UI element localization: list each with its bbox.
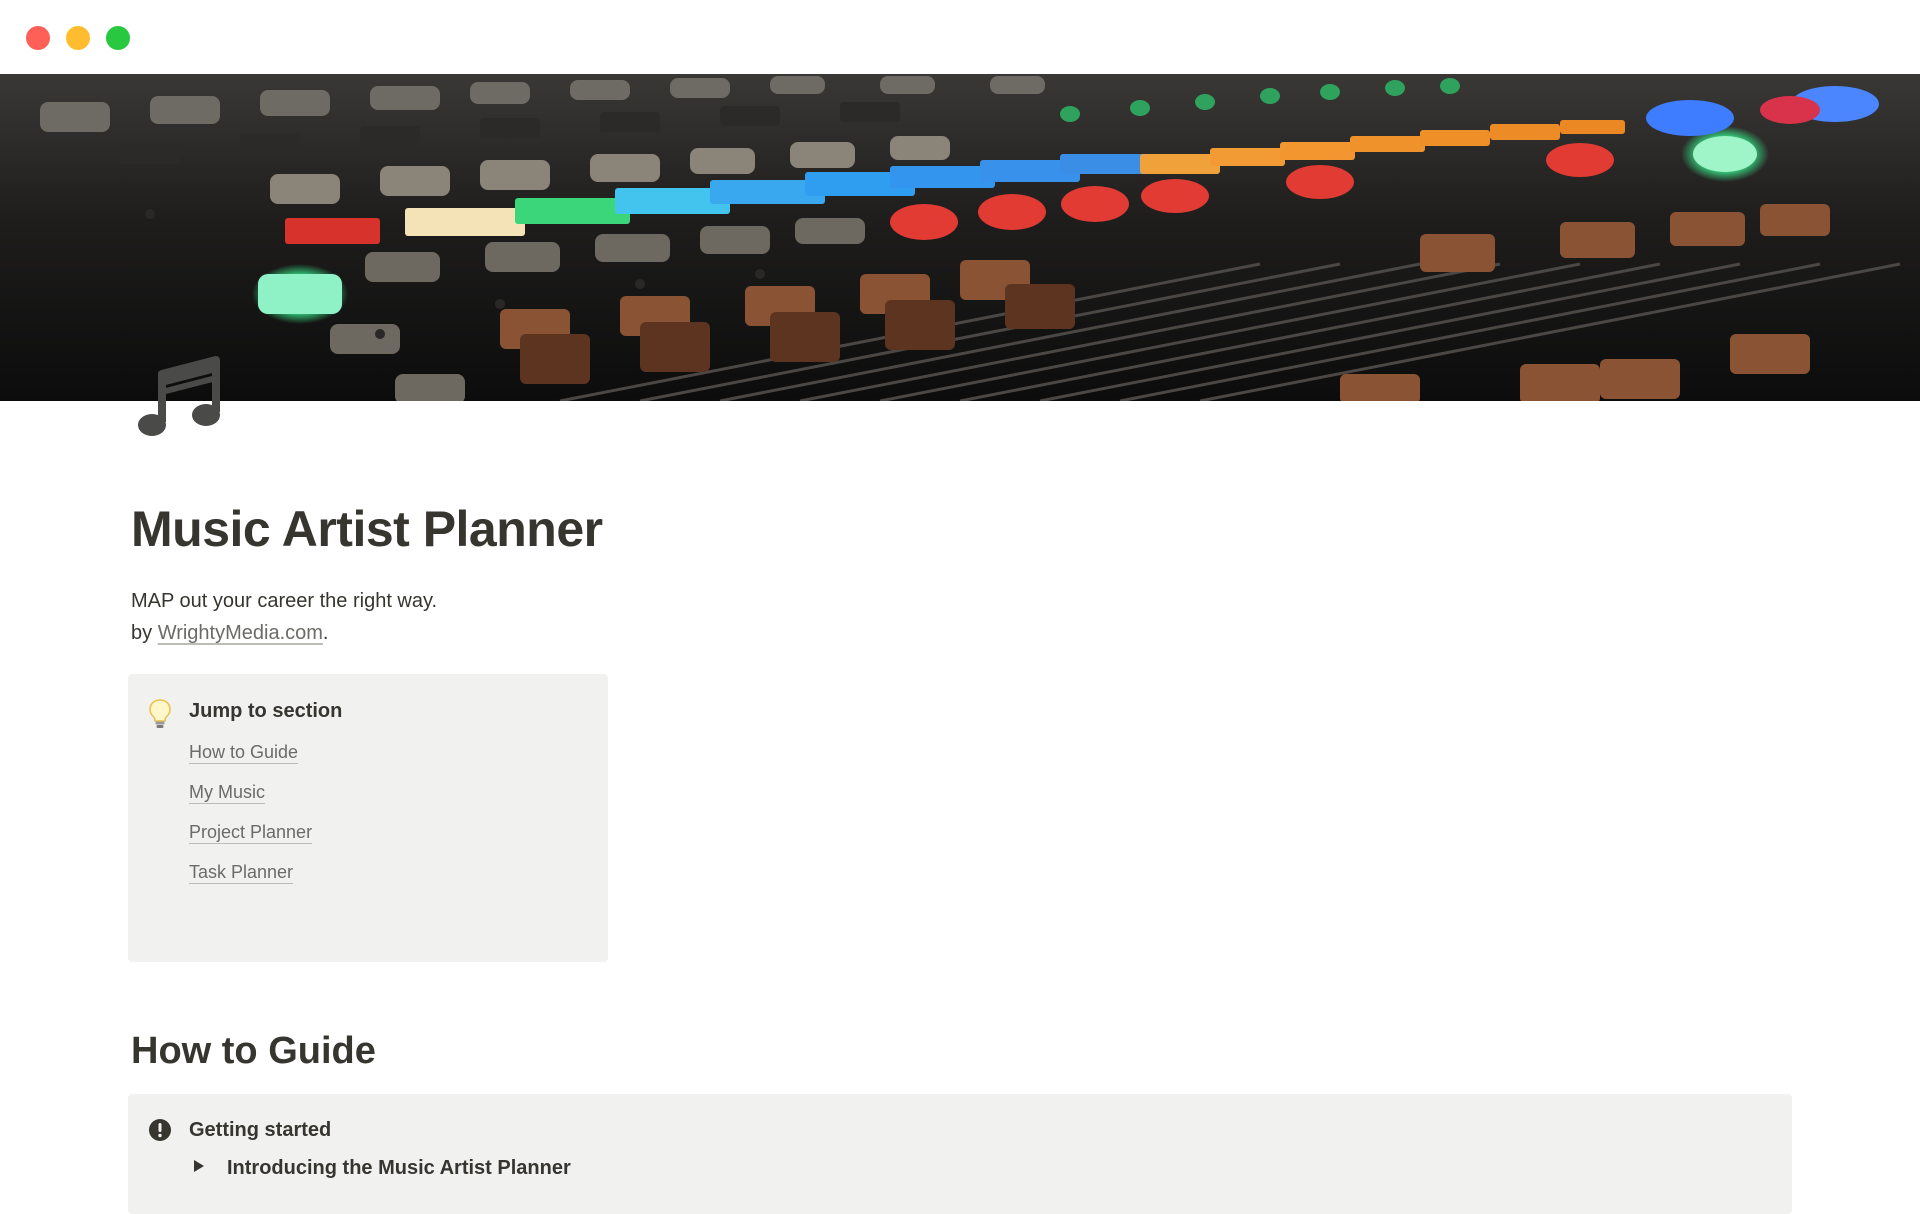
music-note-icon[interactable] — [136, 352, 228, 444]
lightbulb-icon — [148, 698, 172, 730]
window-close-button[interactable] — [26, 26, 50, 50]
callout-title: Getting started — [189, 1119, 332, 1141]
page-cover-image — [0, 74, 1920, 401]
jump-link-my-music[interactable]: My Music — [189, 782, 265, 803]
byline: by WrightyMedia.com. — [131, 617, 437, 649]
jump-link-task-planner[interactable]: Task Planner — [189, 862, 293, 883]
wrightymedia-link[interactable]: WrightyMedia.com — [158, 622, 323, 644]
getting-started-callout: Getting started Introducing the Music Ar… — [128, 1094, 1792, 1214]
window-titlebar — [0, 0, 1920, 74]
page-description[interactable]: MAP out your career the right way. by Wr… — [131, 585, 437, 649]
page-title[interactable]: Music Artist Planner — [131, 500, 603, 558]
jump-link-how-to-guide[interactable]: How to Guide — [189, 742, 298, 763]
tagline: MAP out your career the right way. — [131, 590, 438, 612]
toggle-introducing-planner[interactable]: Introducing the Music Artist Planner — [227, 1157, 571, 1180]
jump-to-section-callout: Jump to section How to Guide My Music Pr… — [128, 674, 608, 962]
toggle-arrow-icon[interactable] — [194, 1160, 204, 1172]
window-maximize-button[interactable] — [106, 26, 130, 50]
callout-title: Jump to section — [189, 700, 343, 722]
section-heading-how-to-guide[interactable]: How to Guide — [131, 1030, 376, 1073]
exclamation-icon — [148, 1118, 172, 1142]
byline-prefix: by — [131, 622, 158, 644]
window-minimize-button[interactable] — [66, 26, 90, 50]
byline-suffix: . — [322, 622, 329, 644]
jump-link-project-planner[interactable]: Project Planner — [189, 822, 312, 843]
